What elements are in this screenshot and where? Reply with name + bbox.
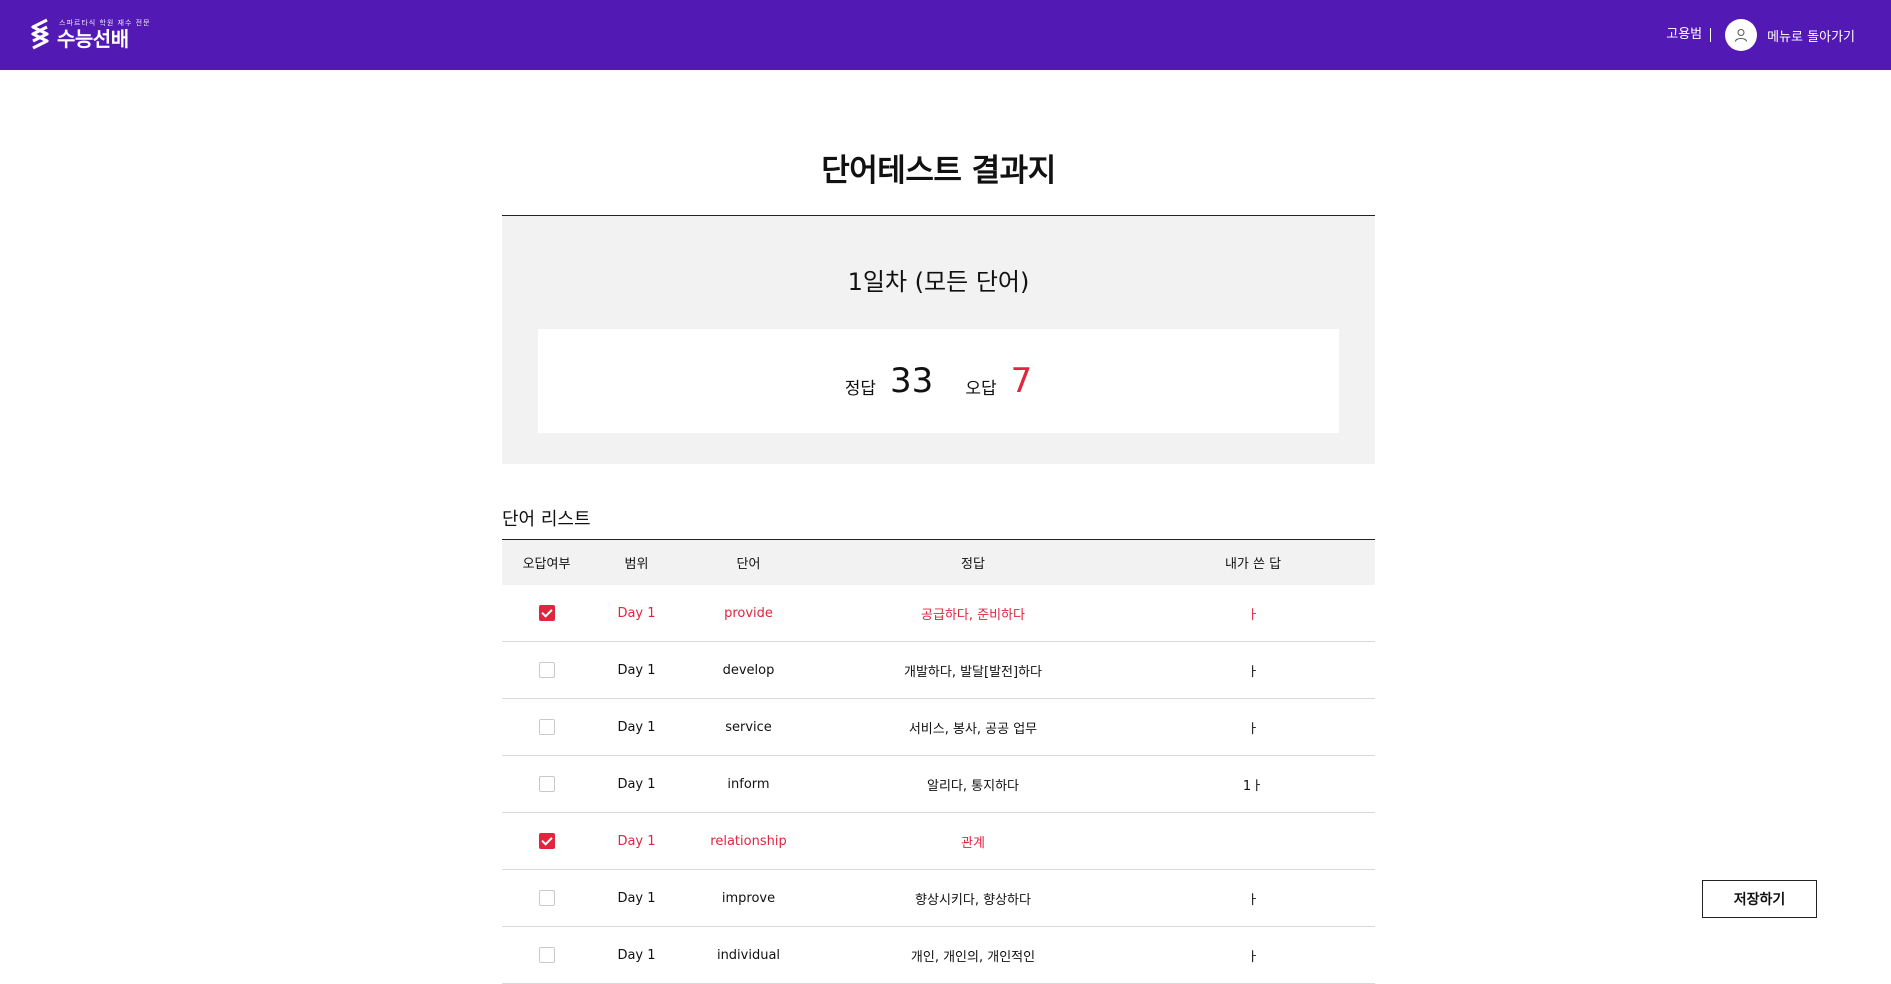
- user-area: 고용범 메뉴로 돌아가기: [1666, 18, 1855, 52]
- column-header-my-answer: 내가 쓴 답: [1131, 539, 1375, 585]
- table-row: Day 1 improve 향상시키다, 향상하다 ㅏ: [502, 869, 1375, 927]
- correct-label: 정답: [844, 379, 877, 399]
- logo-tagline: 스파르타식 학원 재수 전문: [59, 18, 151, 27]
- answer-cell: 알리다, 통지하다: [815, 755, 1131, 813]
- wrong-checkbox[interactable]: [538, 776, 555, 792]
- table-header-row: 오답여부 범위 단어 정답 내가 쓴 답: [502, 539, 1375, 585]
- word-table: 오답여부 범위 단어 정답 내가 쓴 답 Day 1 provide 공급하다, 준…: [502, 539, 1375, 984]
- word-cell: inform: [682, 755, 815, 813]
- summary-title: 1일차 (모든 단어): [847, 268, 1030, 296]
- range-cell: Day 1: [591, 812, 682, 870]
- wrong-flag-cell: [502, 812, 591, 870]
- wrong-flag-cell: [502, 869, 591, 927]
- wrong-checkbox[interactable]: [538, 947, 555, 963]
- word-list-title: 단어 리스트: [502, 509, 591, 530]
- range-cell: Day 1: [591, 698, 682, 756]
- top-navigation-bar: 스파르타식 학원 재수 전문 수능선배 고용범 메뉴로 돌아가기: [0, 0, 1891, 70]
- table-row: Day 1 develop 개발하다, 발달[발전]하다 ㅏ: [502, 641, 1375, 699]
- my-answer-cell: ㅏ: [1131, 585, 1375, 642]
- my-answer-cell: ㅏ: [1131, 698, 1375, 756]
- table-row: Day 1 provide 공급하다, 준비하다 ㅏ: [502, 585, 1375, 642]
- column-header-word: 단어: [682, 539, 815, 585]
- column-header-range: 범위: [591, 539, 682, 585]
- wrong-label: 오답: [965, 379, 997, 399]
- answer-cell: 향상시키다, 향상하다: [815, 869, 1131, 927]
- user-icon: [1735, 29, 1748, 42]
- wrong-flag-cell: [502, 585, 591, 642]
- word-cell: develop: [682, 641, 815, 699]
- table-row: Day 1 relationship 관계: [502, 812, 1375, 870]
- my-answer-cell: ㅏ: [1131, 869, 1375, 927]
- wrong-checkbox[interactable]: [538, 833, 555, 849]
- user-name: 고용범: [1666, 28, 1712, 42]
- page-title: 단어테스트 결과지: [821, 153, 1056, 189]
- logo-name: 수능선배: [57, 26, 129, 51]
- answer-cell: 서비스, 봉사, 공공 업무: [815, 698, 1131, 756]
- wrong-flag-cell: [502, 641, 591, 699]
- wrong-checkbox[interactable]: [538, 719, 555, 735]
- my-answer-cell: [1131, 812, 1375, 870]
- range-cell: Day 1: [591, 585, 682, 642]
- my-answer-cell: ㅏ: [1131, 641, 1375, 699]
- answer-cell: 관계: [815, 812, 1131, 870]
- wrong-score: 오답 7: [965, 363, 1032, 433]
- wrong-checkbox[interactable]: [538, 890, 555, 906]
- range-cell: Day 1: [591, 755, 682, 813]
- wrong-checkbox[interactable]: [538, 605, 555, 621]
- wrong-flag-cell: [502, 755, 591, 813]
- back-to-menu-link[interactable]: 메뉴로 돌아가기: [1767, 26, 1855, 45]
- correct-score: 정답 33: [845, 363, 934, 433]
- my-answer-cell: 1ㅏ: [1131, 755, 1375, 813]
- word-cell: provide: [682, 585, 815, 642]
- wrong-checkbox[interactable]: [538, 662, 555, 678]
- result-summary: 1일차 (모든 단어) 정답 33 오답 7: [502, 215, 1375, 464]
- wrong-count: 7: [1010, 361, 1033, 401]
- range-cell: Day 1: [591, 641, 682, 699]
- range-cell: Day 1: [591, 869, 682, 927]
- column-header-answer: 정답: [815, 539, 1131, 585]
- answer-cell: 공급하다, 준비하다: [815, 585, 1131, 642]
- wrong-flag-cell: [502, 698, 591, 756]
- word-cell: improve: [682, 869, 815, 927]
- word-cell: service: [682, 698, 815, 756]
- word-cell: relationship: [682, 812, 815, 870]
- column-header-wrong: 오답여부: [502, 539, 591, 585]
- logo-mark-icon: [31, 18, 49, 50]
- logo[interactable]: 스파르타식 학원 재수 전문 수능선배: [27, 16, 151, 52]
- correct-count: 33: [890, 361, 934, 401]
- score-box: 정답 33 오답 7: [538, 329, 1339, 433]
- avatar[interactable]: [1725, 19, 1758, 51]
- answer-cell: 개발하다, 발달[발전]하다: [815, 641, 1131, 699]
- table-row: Day 1 inform 알리다, 통지하다 1ㅏ: [502, 755, 1375, 813]
- save-button[interactable]: 저장하기: [1702, 880, 1817, 918]
- table-row: Day 1 service 서비스, 봉사, 공공 업무 ㅏ: [502, 698, 1375, 756]
